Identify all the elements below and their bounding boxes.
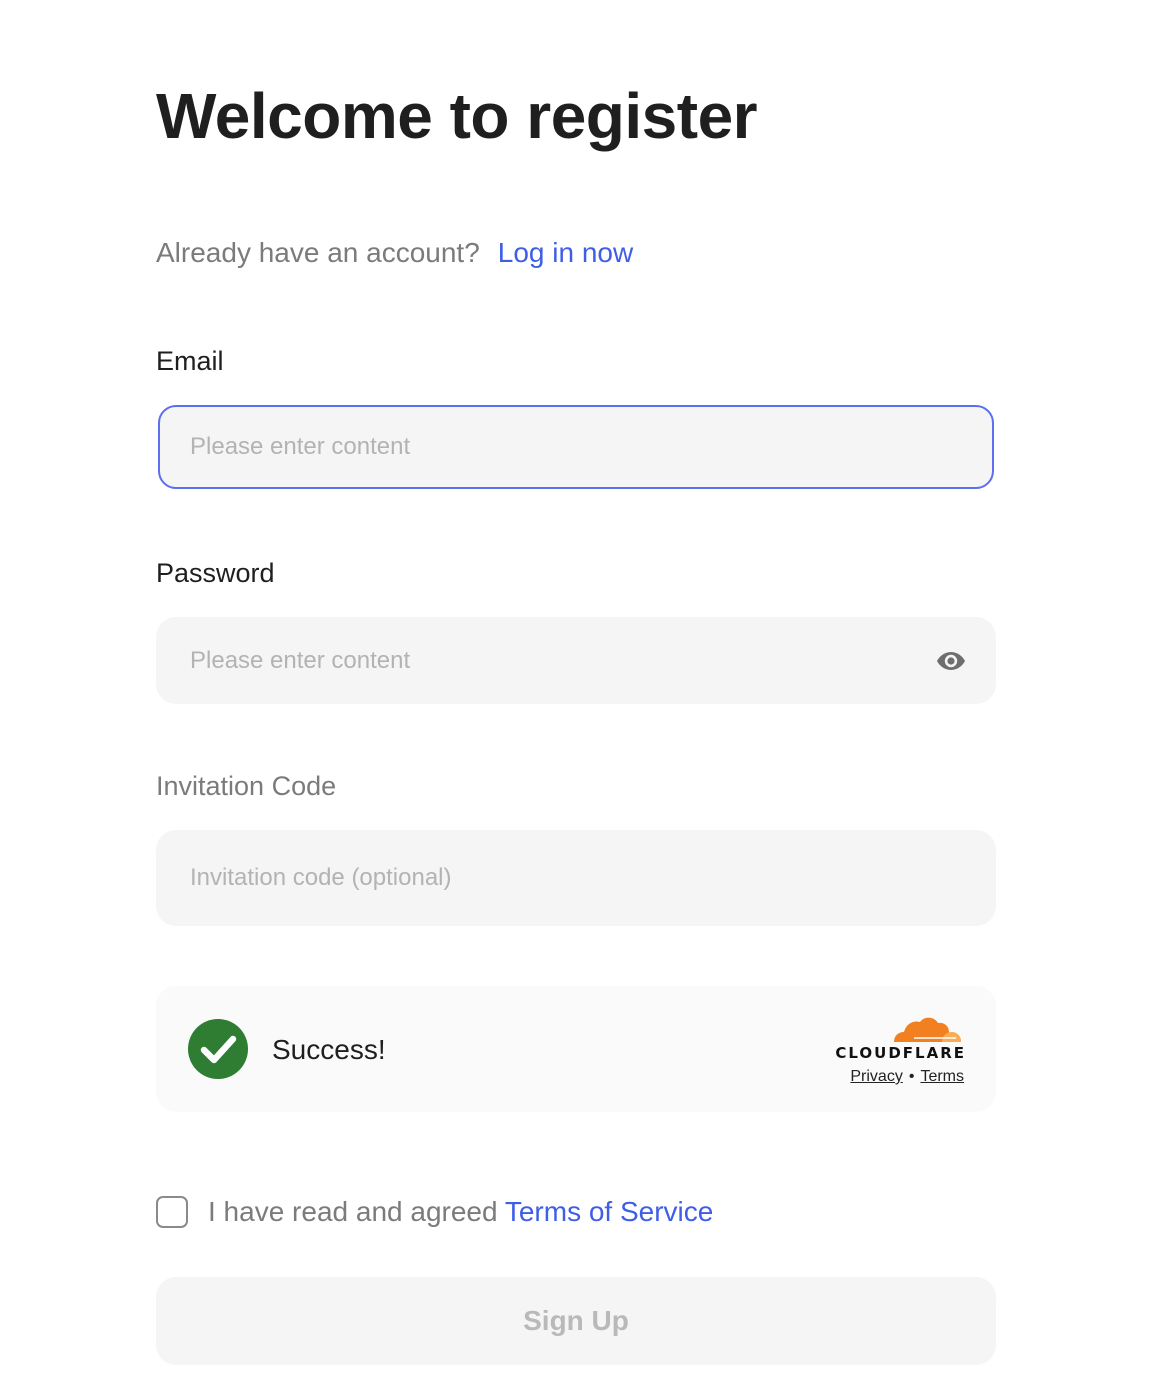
link-separator: • <box>908 1068 915 1085</box>
invitation-code-label: Invitation Code <box>156 771 337 801</box>
captcha-status-text: Success! <box>272 1034 386 1065</box>
password-field-wrapper <box>156 617 996 704</box>
login-now-link[interactable]: Log in now <box>498 237 633 268</box>
login-prompt: Already have an account? Log in now <box>156 234 633 272</box>
cloudflare-captcha-widget: Success! CLOUDFLARE Privacy • Terms <box>156 986 996 1112</box>
email-field-wrapper <box>158 405 994 489</box>
check-circle-icon <box>188 1019 248 1079</box>
email-input[interactable] <box>190 407 910 487</box>
page-title: Welcome to register <box>156 80 758 152</box>
cloudflare-privacy-link[interactable]: Privacy <box>850 1068 902 1085</box>
agreement-label: I have read and agreed <box>208 1196 498 1227</box>
login-prompt-text: Already have an account? <box>156 237 480 268</box>
cloudflare-terms-link[interactable]: Terms <box>920 1068 964 1085</box>
terms-agreement-text: I have read and agreed Terms of Service <box>208 1194 713 1230</box>
password-input[interactable] <box>190 617 910 704</box>
cloudflare-brand-text: CLOUDFLARE <box>835 1044 966 1062</box>
invitation-code-field-wrapper <box>156 830 996 926</box>
sign-up-button[interactable]: Sign Up <box>156 1277 996 1365</box>
password-label: Password <box>156 558 275 588</box>
invitation-code-input[interactable] <box>190 830 910 926</box>
terms-of-service-link[interactable]: Terms of Service <box>505 1196 714 1227</box>
cloudflare-links: Privacy • Terms <box>850 1068 964 1086</box>
email-label: Email <box>156 346 224 376</box>
eye-icon[interactable] <box>936 650 966 672</box>
terms-checkbox[interactable] <box>156 1196 188 1228</box>
register-page: Welcome to register Already have an acco… <box>0 0 1175 1385</box>
